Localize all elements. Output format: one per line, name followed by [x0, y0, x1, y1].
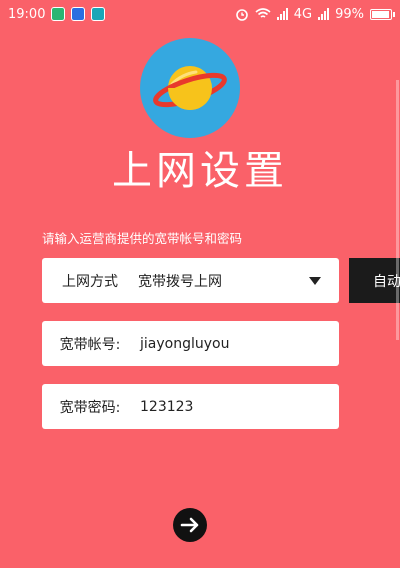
broadband-account-label: 宽带帐号:	[59, 336, 121, 353]
app-icon	[91, 7, 106, 21]
planet-logo-icon	[153, 66, 227, 110]
broadband-password-label: 宽带密码:	[59, 399, 121, 416]
app-logo	[140, 38, 240, 138]
alarm-icon	[235, 9, 248, 21]
scrollbar[interactable]	[396, 80, 399, 340]
connection-mode-select[interactable]: 上网方式 宽带拨号上网	[42, 258, 339, 303]
signal-icon	[276, 8, 288, 20]
status-left: 19:00	[8, 6, 106, 22]
network-type: 4G	[293, 6, 313, 22]
connection-mode-label: 上网方式	[62, 273, 118, 290]
broadband-password-input[interactable]: 123123	[138, 399, 339, 415]
battery-icon	[370, 8, 395, 20]
battery-percent: 99%	[335, 6, 364, 22]
status-time: 19:00	[8, 6, 46, 22]
status-right: 4G 99%	[235, 6, 395, 22]
form-hint: 请输入运营商提供的宽带帐号和密码	[42, 231, 243, 246]
broadband-account-field[interactable]: 宽带帐号: jiayongluyou	[42, 321, 339, 366]
signal-icon	[318, 8, 330, 20]
broadband-password-field[interactable]: 宽带密码: 123123	[42, 384, 339, 429]
dropdown-caret-icon	[309, 276, 321, 285]
arrow-right-icon	[180, 517, 199, 533]
status-bar: 19:00 4G 99%	[0, 0, 400, 28]
next-button[interactable]	[173, 508, 207, 542]
auto-detect-button[interactable]: 自动	[349, 258, 400, 303]
broadband-account-input[interactable]: jiayongluyou	[138, 336, 339, 352]
page-title: 上网设置	[112, 148, 288, 194]
wechat-icon	[51, 7, 66, 21]
shield-icon	[71, 7, 86, 21]
wifi-icon	[255, 8, 271, 18]
connection-mode-value: 宽带拨号上网	[138, 273, 222, 290]
